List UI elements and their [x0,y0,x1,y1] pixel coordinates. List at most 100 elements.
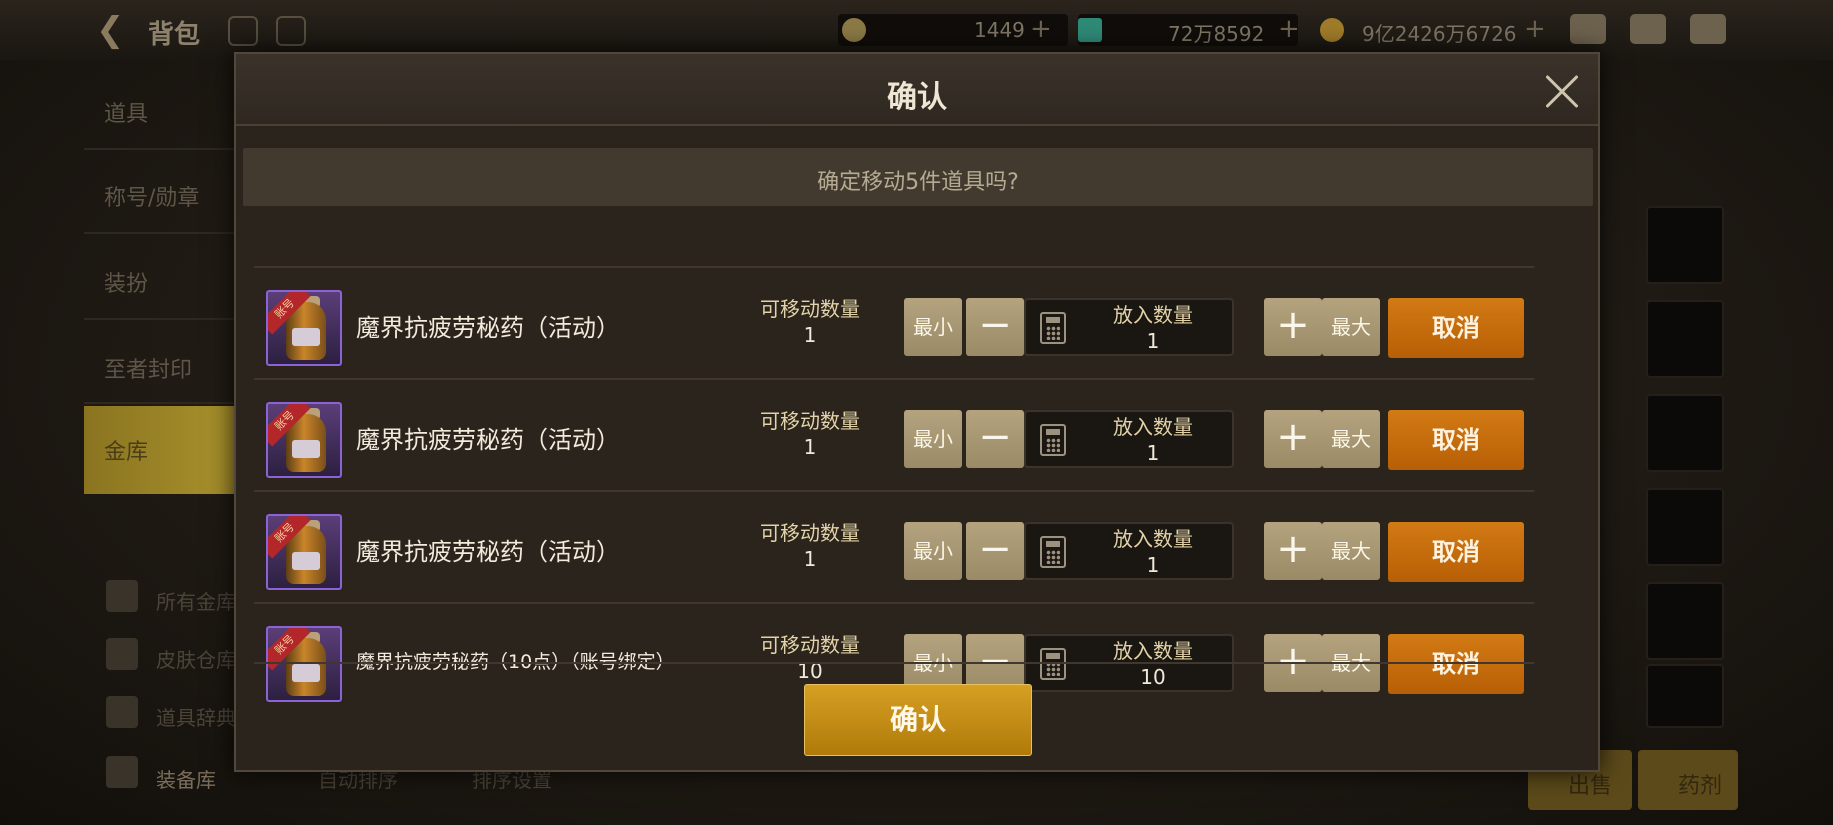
movable-label: 可移动数量 [760,409,860,433]
sidebar-item-label: 金库 [104,440,149,465]
quantity-input[interactable]: 放入数量 1 [1024,298,1234,356]
crystal-icon [1078,18,1102,42]
close-icon[interactable] [1544,74,1580,110]
movable-value: 1 [803,323,817,347]
add-currency-icon[interactable]: + [1524,14,1546,44]
gold-icon [1320,18,1344,42]
put-in-value: 10 [1140,665,1166,689]
sidebar-item-props[interactable]: 道具 [104,96,148,128]
put-in-label: 放入数量 [1113,415,1193,439]
quantity-input[interactable]: 放入数量 1 [1024,522,1234,580]
decrease-button[interactable]: − [966,298,1024,356]
sidebar-item-titles[interactable]: 称号/勋章 [104,180,199,212]
min-button[interactable]: 最小 [904,410,962,468]
movable-quantity: 可移动数量 1 [750,520,870,572]
decrease-button[interactable]: − [966,410,1024,468]
coin-c-icon [842,18,866,42]
calculator-icon[interactable] [1040,424,1066,456]
max-button[interactable]: 最大 [1322,298,1380,356]
min-button[interactable]: 最小 [904,298,962,356]
question-bar: 确定移动5件道具吗? [243,148,1593,206]
inventory-slot[interactable] [1646,582,1724,660]
list-item: 账号 魔界抗疲劳秘药（活动） 可移动数量 1 最小 − 放入数量 1 + 最大 … [254,266,1534,378]
potion-item-icon: 账号 [266,626,342,702]
max-button[interactable]: 最大 [1322,410,1380,468]
inventory-slot[interactable] [1646,206,1724,284]
cancel-button[interactable]: 取消 [1388,298,1524,358]
vault-icon [106,580,138,612]
bag-icon[interactable] [1570,14,1606,44]
increase-button[interactable]: + [1264,298,1322,356]
currency-value: 72万8592 [1168,22,1265,46]
calculator-icon[interactable] [1040,312,1066,344]
skin-icon [106,638,138,670]
potion-item-icon: 账号 [266,402,342,478]
put-in-value: 1 [1146,441,1160,465]
decrease-button[interactable]: − [966,522,1024,580]
question-text: 确定移动5件道具吗? [817,170,1019,195]
add-currency-icon[interactable]: + [1278,14,1300,44]
movable-label: 可移动数量 [760,521,860,545]
list-item: 账号 魔界抗疲劳秘药（活动） 可移动数量 1 最小 − 放入数量 1 + 最大 … [254,378,1534,490]
back-arrow-icon[interactable]: ❮ [96,12,136,48]
divider [254,662,1534,664]
max-button[interactable]: 最大 [1322,522,1380,580]
increase-button[interactable]: + [1264,410,1322,468]
movable-quantity: 可移动数量 1 [750,296,870,348]
potion-item-icon: 账号 [266,514,342,590]
divider [84,402,244,404]
calculator-icon[interactable] [1040,536,1066,568]
inventory-slot[interactable] [1646,488,1724,566]
sidebar-item-outfit[interactable]: 装扮 [104,266,148,298]
movable-value: 1 [803,547,817,571]
eye-icon[interactable] [228,16,258,46]
dialog-header: 确认 [236,54,1598,126]
item-name: 魔界抗疲劳秘药（活动） [356,538,620,566]
chat-icon[interactable] [1690,14,1726,44]
potion-label: 药剂 [1678,774,1723,799]
put-in-label: 放入数量 [1113,527,1193,551]
item-name: 魔界抗疲劳秘药（活动） [356,314,620,342]
top-bar: ❮ 背包 1449 + 72万8592 + 9亿2426万6726 + [0,0,1833,60]
movable-label: 可移动数量 [760,633,860,657]
cancel-button[interactable]: 取消 [1388,634,1524,694]
put-in-value: 1 [1146,553,1160,577]
sidebar-item-vault[interactable]: 金库 [84,406,234,494]
put-in-value: 1 [1146,329,1160,353]
sub-item-equipment-storage[interactable]: 装备库 [156,764,216,793]
add-currency-icon[interactable]: + [1030,14,1052,44]
item-name: 魔界抗疲劳秘药（10点）（账号绑定） [356,651,675,673]
inventory-slot[interactable] [1646,300,1724,378]
confirm-button[interactable]: 确认 [804,684,1032,756]
cancel-button[interactable]: 取消 [1388,410,1524,470]
sub-item-skin-storage[interactable]: 皮肤仓库 [156,644,236,673]
calendar-icon[interactable] [276,16,306,46]
inventory-slot[interactable] [1646,394,1724,472]
put-in-label: 放入数量 [1113,639,1193,663]
min-button[interactable]: 最小 [904,522,962,580]
calculator-icon[interactable] [1040,648,1066,680]
sub-item-item-dictionary[interactable]: 道具辞典 [156,702,236,731]
movable-quantity: 可移动数量 1 [750,408,870,460]
sell-label: 出售 [1568,774,1613,799]
list-item: 账号 魔界抗疲劳秘药（活动） 可移动数量 1 最小 − 放入数量 1 + 最大 … [254,490,1534,602]
quantity-input[interactable]: 放入数量 1 [1024,410,1234,468]
confirm-dialog: 确认 确定移动5件道具吗? 账号 魔界抗疲劳秘药（活动） 可移动数量 1 最小 … [234,52,1600,772]
dictionary-icon [106,696,138,728]
divider [84,232,244,234]
increase-button[interactable]: + [1264,522,1322,580]
movable-label: 可移动数量 [760,297,860,321]
cancel-button[interactable]: 取消 [1388,522,1524,582]
sub-item-all-vaults[interactable]: 所有金库 [156,586,236,615]
currency-value: 9亿2426万6726 [1362,22,1517,46]
movable-value: 1 [803,435,817,459]
movable-quantity: 可移动数量 10 [750,632,870,684]
page-title: 背包 [148,20,201,50]
inventory-slot[interactable] [1646,664,1724,728]
sidebar-item-seal[interactable]: 至者封印 [104,352,192,384]
mail-icon[interactable] [1630,14,1666,44]
potion-button[interactable]: 药剂 [1638,750,1738,810]
currency-value: 1449 [974,18,1025,42]
dialog-title: 确认 [887,80,947,115]
item-name: 魔界抗疲劳秘药（活动） [356,426,620,454]
